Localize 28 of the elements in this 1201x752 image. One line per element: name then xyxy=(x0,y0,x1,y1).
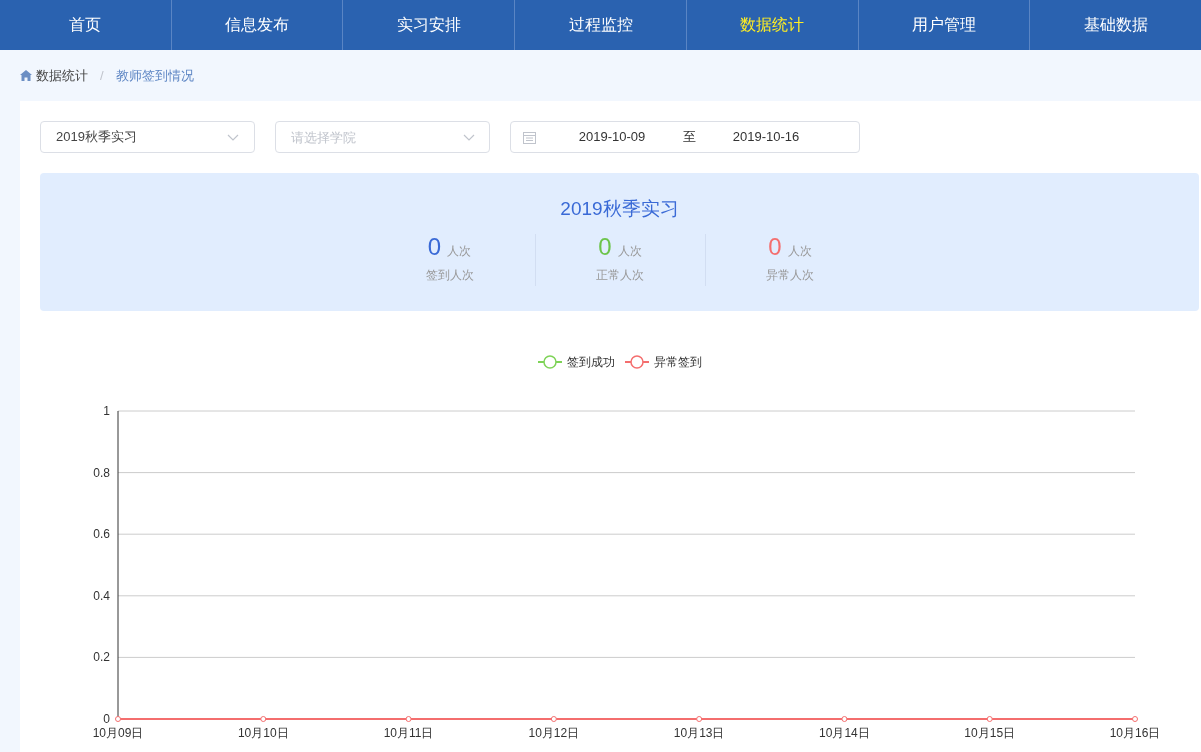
stat-label: 异常人次 xyxy=(766,266,814,284)
legend-label: 签到成功 xyxy=(567,355,615,369)
stat-label: 正常人次 xyxy=(596,266,644,284)
stat-unit: 人次 xyxy=(787,242,812,260)
breadcrumb-current: 教师签到情况 xyxy=(115,66,194,85)
x-axis-label: 10月13日 xyxy=(673,726,725,740)
x-axis-label: 10月15日 xyxy=(964,726,1016,740)
y-axis-label: 0.6 xyxy=(93,527,110,542)
y-axis-label: 0.2 xyxy=(93,650,110,665)
y-axis-label: 0.8 xyxy=(93,465,110,480)
legend-label: 异常签到 xyxy=(654,355,702,369)
x-axis-label: 10月14日 xyxy=(819,726,870,740)
stat-unit: 人次 xyxy=(447,242,472,260)
stat-value: 0 xyxy=(768,233,782,260)
y-axis-label: 0.4 xyxy=(93,588,110,603)
x-axis-label: 10月11日 xyxy=(383,726,434,740)
stat-unit: 人次 xyxy=(617,242,642,260)
stat-value: 0 xyxy=(598,233,612,260)
x-axis-label: 10月12日 xyxy=(528,726,580,740)
y-axis-label: 1 xyxy=(103,404,110,418)
summary-title: 2019秋季实习 xyxy=(560,197,679,221)
x-axis-label: 10月09日 xyxy=(92,726,144,740)
x-axis-label: 10月10日 xyxy=(237,726,289,740)
stat-label: 签到人次 xyxy=(425,266,474,284)
y-axis-label: 0 xyxy=(103,712,110,726)
breadcrumb-separator: / xyxy=(99,66,105,85)
x-axis-label: 10月16日 xyxy=(1109,726,1161,740)
stat-value: 0 xyxy=(427,233,442,260)
